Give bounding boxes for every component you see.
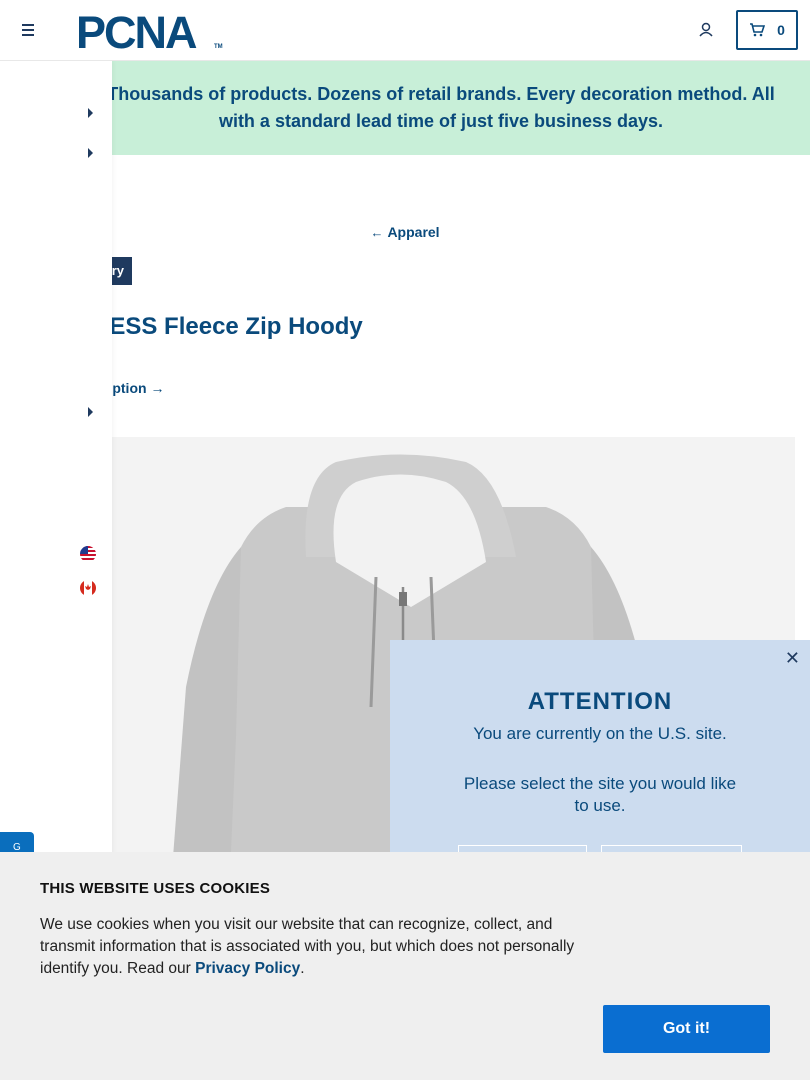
cart-button[interactable]: 0 bbox=[736, 10, 798, 50]
cookie-body-text: We use cookies when you visit our websit… bbox=[40, 916, 575, 977]
promo-banner-text: Thousands of products. Dozens of retail … bbox=[107, 81, 774, 135]
cart-count: 0 bbox=[777, 22, 785, 38]
canada-flag-icon[interactable] bbox=[80, 580, 96, 596]
site-selection-modal: ✕ ATTENTION You are currently on the U.S… bbox=[390, 640, 810, 885]
cookie-description: We use cookies when you visit our websit… bbox=[40, 914, 600, 980]
modal-select-site-text: Please select the site you would like to… bbox=[463, 774, 737, 815]
caret-right-icon[interactable] bbox=[88, 148, 93, 158]
us-flag-icon[interactable] bbox=[80, 546, 96, 562]
caret-right-icon[interactable] bbox=[88, 108, 93, 118]
account-icon[interactable] bbox=[696, 20, 716, 40]
close-icon[interactable]: ✕ bbox=[785, 648, 800, 669]
arrow-left-icon: ← bbox=[370, 225, 384, 240]
site-header: PCNA TM 0 bbox=[0, 0, 810, 61]
back-link-label: Apparel bbox=[387, 224, 440, 240]
svg-text:PCNA: PCNA bbox=[76, 11, 197, 51]
arrow-right-icon: → bbox=[150, 380, 165, 396]
cookie-consent-banner: THIS WEBSITE USES COOKIES We use cookies… bbox=[0, 852, 810, 1080]
pcna-logo[interactable]: PCNA TM bbox=[76, 11, 226, 51]
back-to-category-link[interactable]: ← Apparel bbox=[0, 224, 810, 240]
promo-banner: Thousands of products. Dozens of retail … bbox=[0, 61, 810, 155]
accept-cookies-button[interactable]: Got it! bbox=[603, 1005, 770, 1053]
promo-line-1: Thousands of products. Dozens of retail … bbox=[107, 84, 775, 104]
promo-line-2: with a standard lead time of just five b… bbox=[218, 111, 664, 131]
privacy-policy-link[interactable]: Privacy Policy bbox=[195, 960, 300, 977]
modal-current-site-text: You are currently on the U.S. site. bbox=[473, 724, 727, 743]
cart-icon bbox=[750, 23, 766, 37]
cookie-title: THIS WEBSITE USES COOKIES bbox=[40, 880, 271, 897]
modal-title: ATTENTION bbox=[527, 688, 673, 715]
hamburger-menu-icon[interactable] bbox=[16, 20, 40, 40]
cookie-period: . bbox=[300, 960, 305, 977]
svg-text:TM: TM bbox=[214, 44, 223, 50]
caret-right-icon[interactable] bbox=[88, 407, 93, 417]
